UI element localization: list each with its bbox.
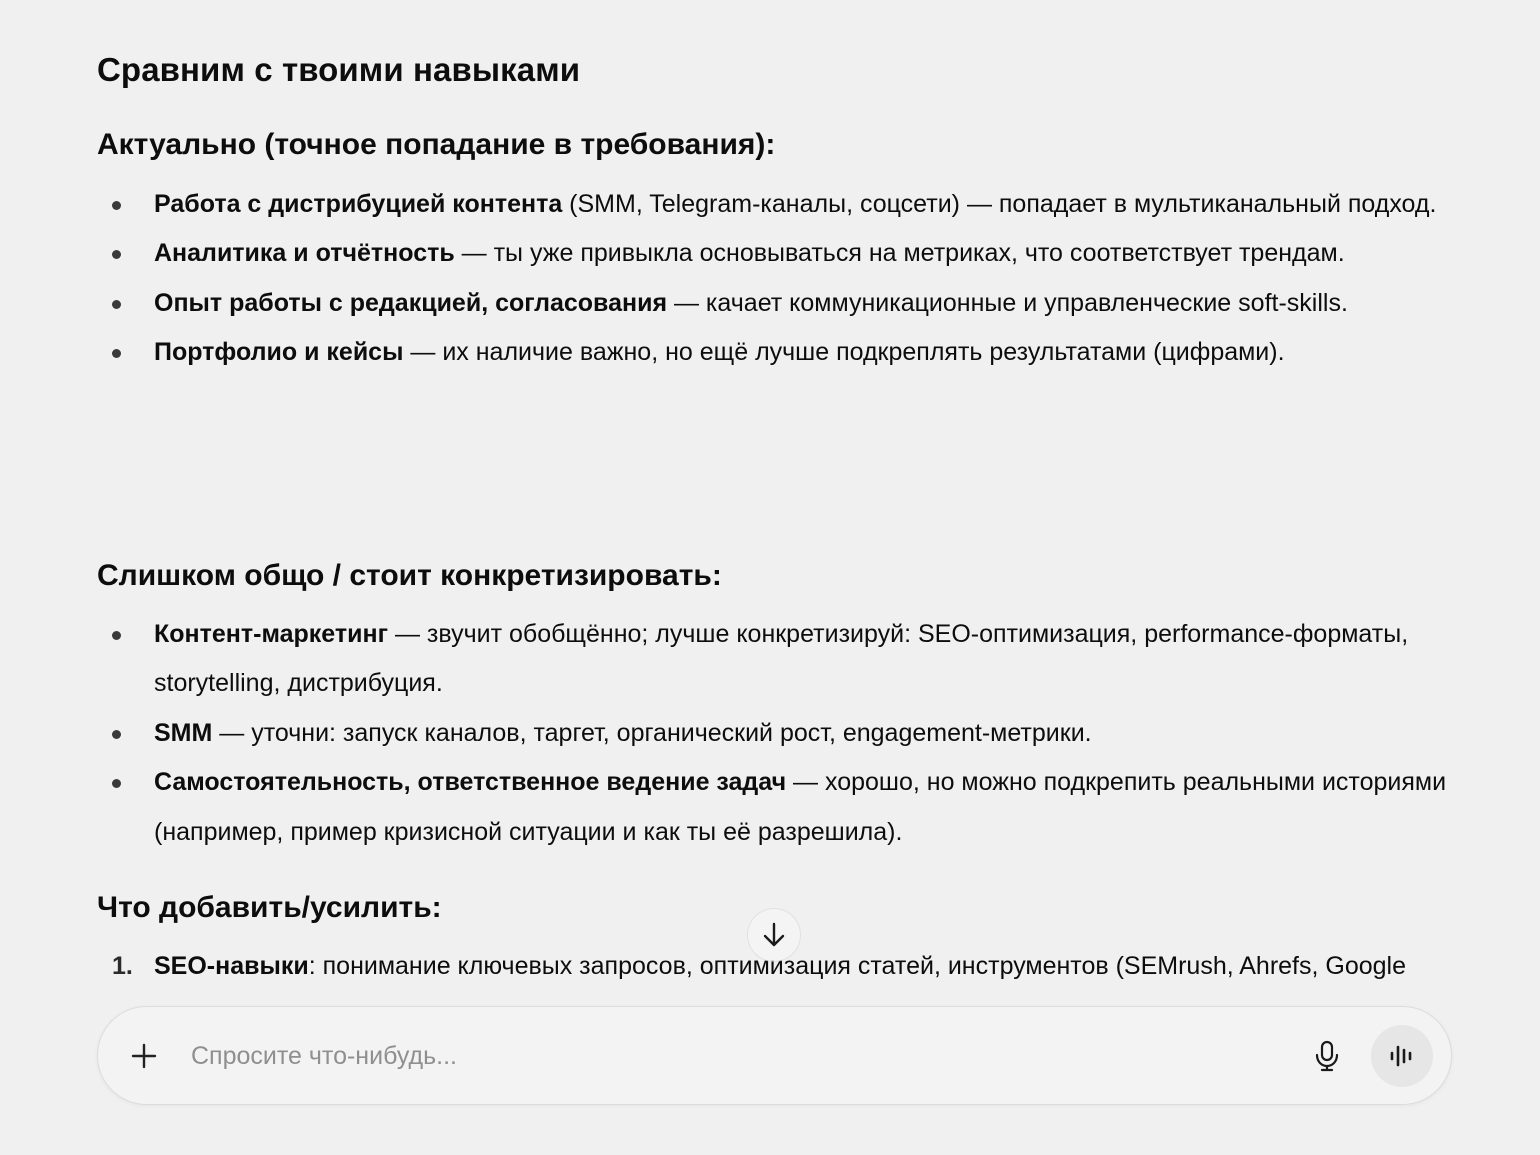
- bullet: [112, 201, 121, 210]
- plus-icon: [131, 1043, 157, 1069]
- item-bold: Портфолио и кейсы: [154, 338, 404, 367]
- section-title-too-general: Слишком общо / стоит конкретизировать:: [97, 559, 722, 592]
- voice-mode-button[interactable]: [1371, 1025, 1433, 1087]
- too-general-list: Контент-маркетинг — звучит обобщённо; лу…: [97, 610, 1457, 857]
- composer: [97, 1006, 1452, 1105]
- section-title-what-to-add: Что добавить/усилить:: [97, 891, 442, 924]
- item-bold: Работа с дистрибуцией контента: [154, 190, 563, 218]
- prompt-input[interactable]: [191, 1035, 1291, 1077]
- list-item: Опыт работы с редакцией, согласования — …: [97, 279, 1457, 328]
- item-bold: SMM: [154, 718, 213, 747]
- section-title-relevant: Актуально (точное попадание в требования…: [97, 128, 776, 161]
- bullet: [112, 250, 121, 260]
- bullet: [112, 631, 121, 640]
- relevant-list: Работа с дистрибуцией контента (SMM, Tel…: [97, 180, 1457, 378]
- list-item: Контент-маркетинг — звучит обобщённо; лу…: [97, 610, 1457, 709]
- chat-message: Сравним с твоими навыками Актуально (точ…: [97, 0, 1457, 1002]
- list-item: Самостоятельность, ответственное ведение…: [97, 758, 1457, 857]
- arrow-down-icon: [763, 922, 785, 947]
- list-item: Работа с дистрибуцией контента (SMM, Tel…: [97, 180, 1457, 229]
- dictate-button[interactable]: [1305, 1034, 1349, 1078]
- item-text: — ты уже привыкла основываться на метрик…: [454, 239, 1345, 268]
- voice-mode-icon: [1390, 1045, 1412, 1067]
- item-text: (SMM, Telegram-каналы, соцсети) — попада…: [562, 190, 1437, 218]
- list-item: SMM — уточни: запуск каналов, таргет, ор…: [97, 709, 1457, 758]
- item-bold: Опыт работы с редакцией, согласования: [154, 288, 668, 317]
- item-number: 1.: [112, 952, 133, 980]
- scroll-to-bottom-button[interactable]: [747, 908, 801, 962]
- item-bold: Аналитика и отчётность: [154, 239, 455, 268]
- page-title: Сравним с твоими навыками: [97, 51, 581, 88]
- bullet: [112, 729, 121, 739]
- item-text: — качает коммуникационные и управленческ…: [667, 288, 1348, 317]
- item-text: — уточни: запуск каналов, таргет, органи…: [212, 718, 1092, 747]
- item-bold: Контент-маркетинг: [154, 620, 388, 648]
- item-bold: SEO-навыки: [154, 952, 309, 980]
- list-item: Аналитика и отчётность — ты уже привыкла…: [97, 229, 1457, 278]
- bullet: [112, 349, 121, 359]
- add-attachment-button[interactable]: [122, 1034, 166, 1078]
- item-text: — их наличие важно, но ещё лучше подкреп…: [403, 338, 1285, 367]
- item-bold: Самостоятельность, ответственное ведение…: [154, 768, 787, 797]
- microphone-icon: [1315, 1040, 1339, 1072]
- bullet: [112, 299, 121, 309]
- bullet: [112, 779, 121, 789]
- list-item: Портфолио и кейсы — их наличие важно, но…: [97, 328, 1457, 377]
